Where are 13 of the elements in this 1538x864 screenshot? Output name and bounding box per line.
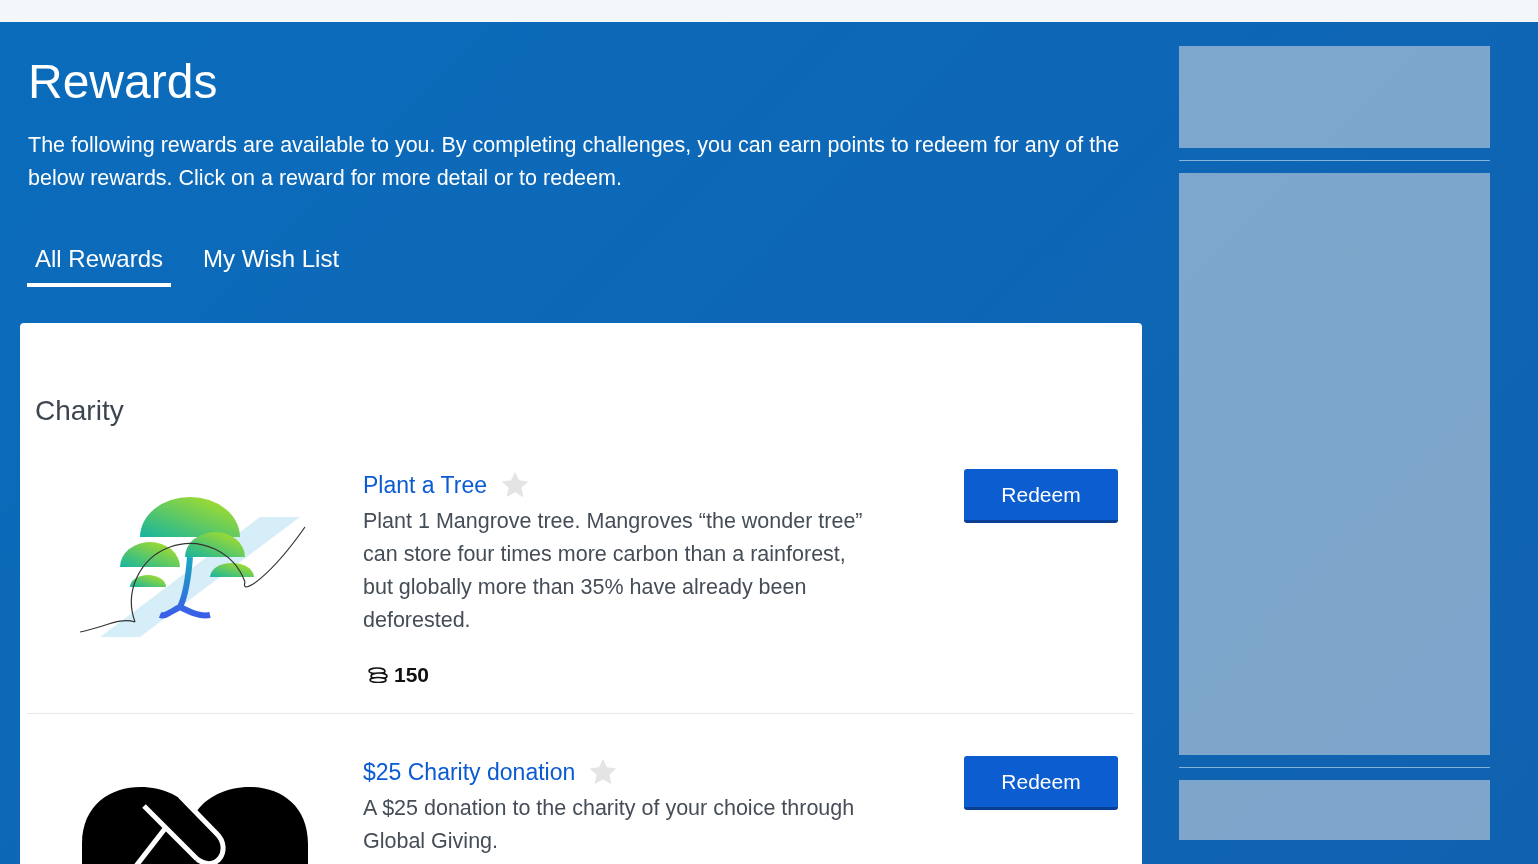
page-title: Rewards <box>28 54 219 109</box>
reward-description: A $25 donation to the charity of your choice through Global Giving. <box>363 795 856 855</box>
points-value: 150 <box>394 663 430 687</box>
redeem-button[interactable]: Redeem <box>964 756 1118 810</box>
redeem-button[interactable]: Redeem <box>964 469 1118 523</box>
coins-icon <box>368 667 388 683</box>
tab[interactable]: My Wish List <box>195 239 348 287</box>
category-heading: Charity <box>35 395 125 427</box>
intro-text: The following rewards are available to you. By completing challenges, you can earn points to redeem for any of the below rewards. Click on a reward for more detail or to redeem. <box>28 132 1121 192</box>
reward-title-link[interactable]: Plant a Tree <box>363 471 488 499</box>
reward-title-link[interactable]: $25 Charity donation <box>363 758 576 786</box>
tab[interactable]: All Rewards <box>27 239 172 287</box>
reward-description: Plant 1 Mangrove tree. Mangroves “the wonder tree” can store four times more carbon than a rainforest, but globally more than 35% have already been deforested. <box>363 508 863 634</box>
